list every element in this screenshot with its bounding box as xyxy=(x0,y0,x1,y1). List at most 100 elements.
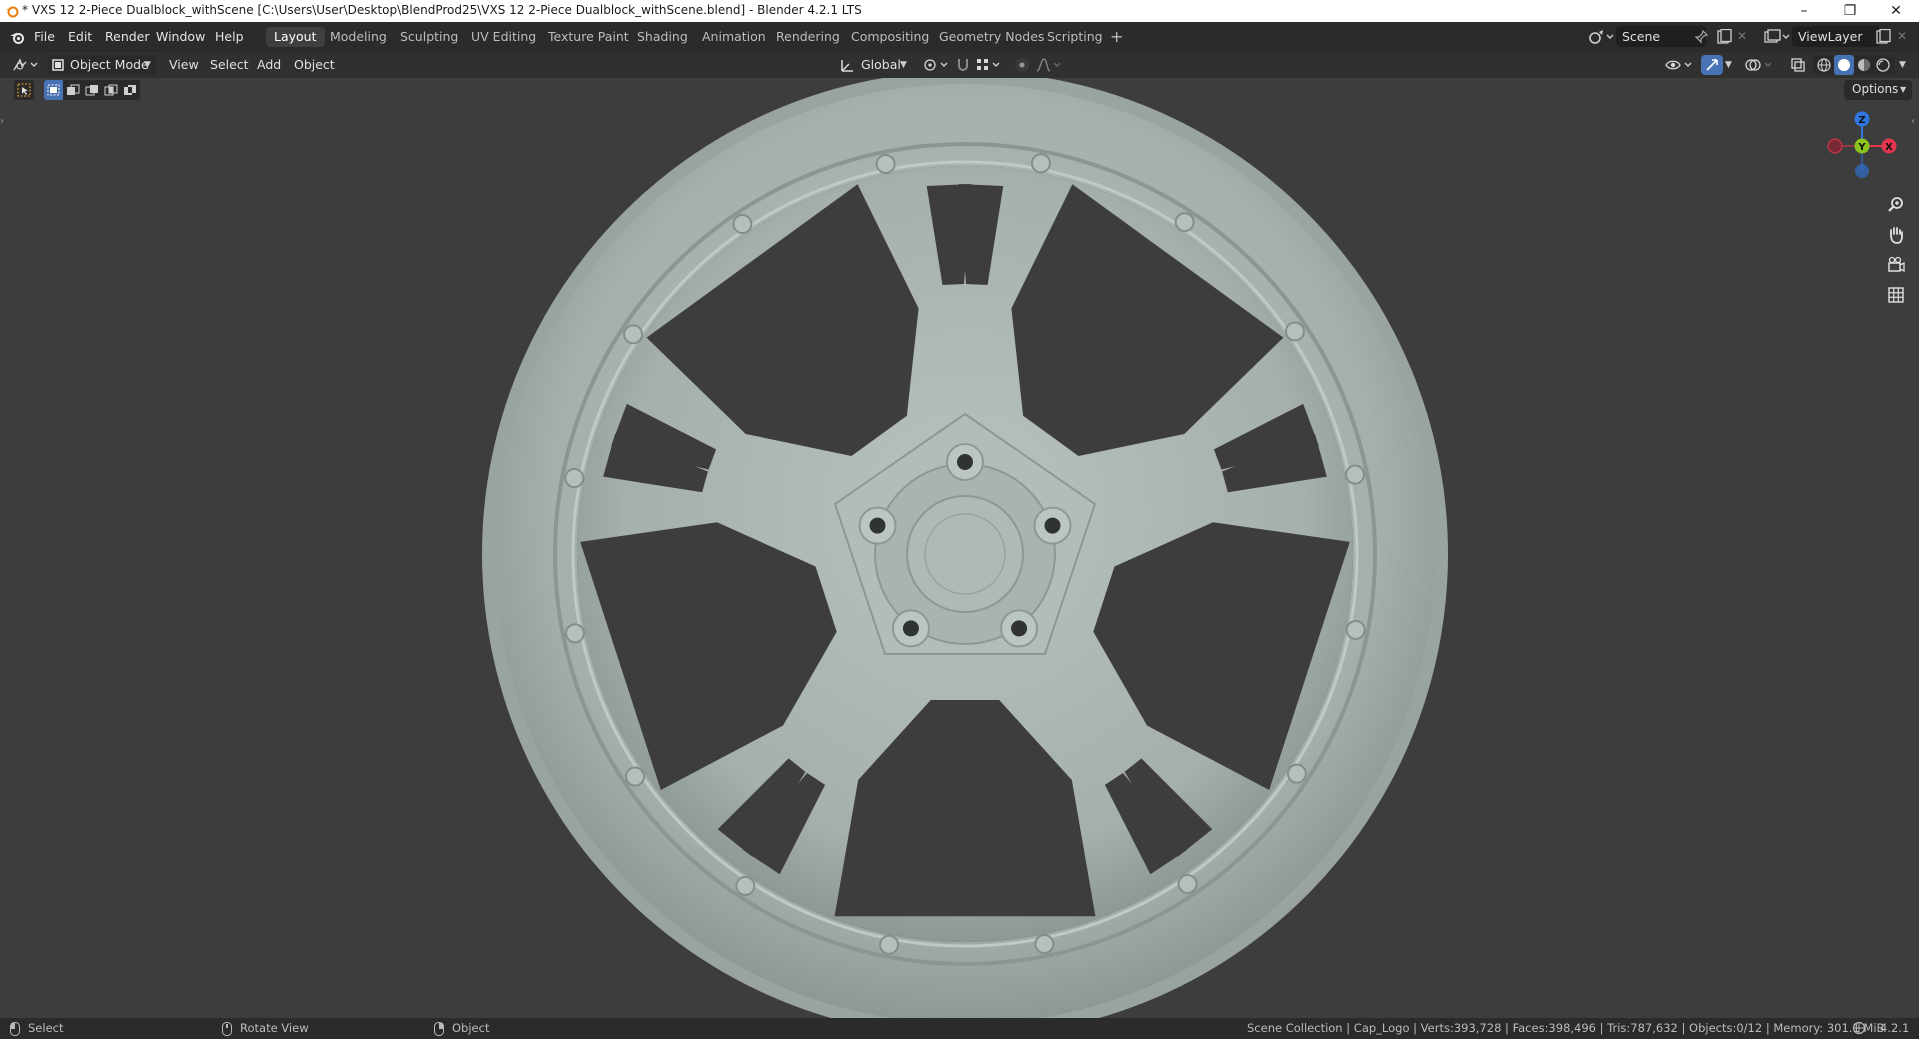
select-extend-icon[interactable] xyxy=(66,84,80,96)
blender-menu-icon[interactable] xyxy=(9,30,25,45)
hand-icon xyxy=(1890,227,1903,244)
select-new-button[interactable] xyxy=(44,80,63,100)
chevron-down-icon: ▼ xyxy=(1725,60,1732,70)
camera-view-button[interactable] xyxy=(1883,252,1909,278)
rim-bolt xyxy=(1030,153,1051,174)
minimize-button[interactable]: – xyxy=(1781,0,1827,22)
new-view-layer-icon[interactable] xyxy=(1875,29,1891,45)
delete-scene-icon[interactable]: ✕ xyxy=(1737,29,1747,43)
orientation-dropdown[interactable]: Global xyxy=(861,55,901,75)
view-layer-label: ViewLayer xyxy=(1798,29,1863,44)
toolbar-expand-icon[interactable]: › xyxy=(0,116,4,127)
zoom-icon xyxy=(1888,197,1903,212)
blender-logo-icon xyxy=(6,6,19,18)
3d-viewport[interactable]: › ‹ Options ▼ Z Y X xyxy=(0,78,1919,1018)
rim-bolt xyxy=(564,623,585,644)
object-mode-icon xyxy=(52,59,64,71)
select-intersect-icon[interactable] xyxy=(123,84,137,96)
shading-mode-group xyxy=(1813,55,1895,75)
snap-toggle-icon[interactable] xyxy=(955,57,971,73)
rim-bolt xyxy=(1174,212,1195,233)
grid-icon xyxy=(1888,287,1904,303)
blender-version: 4.2.1 xyxy=(1880,1021,1910,1035)
select-mode-group xyxy=(44,80,140,100)
rim-bolt xyxy=(1345,464,1366,485)
chevron-down-icon: ▼ xyxy=(144,60,151,70)
menu-render[interactable]: Render xyxy=(105,29,150,44)
select-invert-icon[interactable] xyxy=(104,84,118,96)
gizmo-toggle-button[interactable] xyxy=(1701,55,1723,75)
pan-view-button[interactable] xyxy=(1883,222,1909,248)
sidebar-expand-icon[interactable]: ‹ xyxy=(1911,116,1915,127)
tab-layout[interactable]: Layout xyxy=(266,27,325,47)
chevron-down-icon: ▼ xyxy=(1899,60,1906,70)
tab-shading[interactable]: Shading xyxy=(629,27,696,47)
tab-animation[interactable]: Animation xyxy=(694,27,774,47)
close-button[interactable]: ✕ xyxy=(1873,0,1919,22)
delete-view-layer-icon[interactable]: ✕ xyxy=(1897,29,1907,43)
rim-bolt xyxy=(1284,321,1305,342)
select-tool-button[interactable] xyxy=(14,80,34,100)
editor-type-icon[interactable] xyxy=(12,57,40,73)
status-rotate-view: Rotate View xyxy=(240,1021,309,1035)
rim-bolt xyxy=(879,934,900,955)
rendered-shading-icon[interactable] xyxy=(1875,57,1891,73)
menu-file[interactable]: File xyxy=(34,29,55,44)
menu-object[interactable]: Object xyxy=(294,55,335,75)
menu-window[interactable]: Window xyxy=(156,29,205,44)
tab-modeling[interactable]: Modeling xyxy=(322,27,395,47)
restore-button[interactable]: ❐ xyxy=(1827,0,1873,22)
proportional-editing-icon[interactable] xyxy=(1013,56,1031,74)
view-layer-icon[interactable] xyxy=(1764,29,1792,45)
mouse-left-icon xyxy=(10,1022,20,1036)
camera-icon xyxy=(1888,256,1905,273)
wireframe-shading-icon[interactable] xyxy=(1816,57,1832,73)
top-menu-bar: File Edit Render Window Help Layout Mode… xyxy=(0,22,1919,52)
rim-bolt xyxy=(625,766,646,787)
snap-target-icon[interactable] xyxy=(975,57,1003,73)
pivot-point-icon[interactable] xyxy=(922,57,950,73)
menu-help[interactable]: Help xyxy=(215,29,244,44)
rim-bolt xyxy=(564,468,585,489)
menu-edit[interactable]: Edit xyxy=(68,29,92,44)
overlays-icon[interactable] xyxy=(1745,57,1775,73)
lug-hole xyxy=(957,454,973,470)
wheel-model[interactable] xyxy=(470,78,1460,1018)
navigation-gizmo[interactable]: Z Y X xyxy=(1822,106,1902,186)
gizmo-z-label: Z xyxy=(1858,115,1865,126)
visibility-icon[interactable] xyxy=(1665,57,1695,73)
falloff-icon[interactable] xyxy=(1035,57,1063,73)
lug-hole xyxy=(869,517,886,534)
menu-add[interactable]: Add xyxy=(257,55,281,75)
gizmo-x-label: X xyxy=(1885,142,1893,153)
tab-uv-editing[interactable]: UV Editing xyxy=(463,27,544,47)
select-subtract-icon[interactable] xyxy=(85,84,99,96)
lug-hole xyxy=(1044,517,1061,534)
tab-scripting[interactable]: Scripting xyxy=(1039,27,1111,47)
zoom-view-button[interactable] xyxy=(1883,192,1909,218)
material-preview-icon[interactable] xyxy=(1856,57,1872,73)
new-scene-icon[interactable] xyxy=(1716,29,1732,45)
solid-shading-button[interactable] xyxy=(1834,55,1854,75)
options-dropdown[interactable]: Options ▼ xyxy=(1844,80,1912,100)
menu-select[interactable]: Select xyxy=(210,55,249,75)
rim-bolt xyxy=(1034,934,1055,955)
pin-icon[interactable] xyxy=(1694,30,1708,44)
menu-view[interactable]: View xyxy=(169,55,199,75)
gizmo-neg-z[interactable] xyxy=(1855,164,1869,178)
tab-texture-paint[interactable]: Texture Paint xyxy=(540,27,637,47)
lug-hole xyxy=(902,620,919,637)
viewport-header: Object Mode ▼ View Select Add Object Glo… xyxy=(0,52,1919,78)
gizmo-neg-x[interactable] xyxy=(1827,138,1843,154)
tab-compositing[interactable]: Compositing xyxy=(843,27,937,47)
tab-geometry-nodes[interactable]: Geometry Nodes xyxy=(931,27,1052,47)
mode-dropdown[interactable]: Object Mode ▼ xyxy=(48,55,156,75)
add-workspace-button[interactable]: + xyxy=(1110,27,1123,46)
tab-rendering[interactable]: Rendering xyxy=(768,27,848,47)
tab-sculpting[interactable]: Sculpting xyxy=(392,27,466,47)
scene-type-icon[interactable] xyxy=(1588,29,1616,45)
scene-field[interactable]: Scene xyxy=(1616,26,1706,47)
xray-icon[interactable] xyxy=(1790,57,1806,73)
view-layer-field[interactable]: ViewLayer xyxy=(1792,26,1880,47)
perspective-toggle-button[interactable] xyxy=(1883,282,1909,308)
